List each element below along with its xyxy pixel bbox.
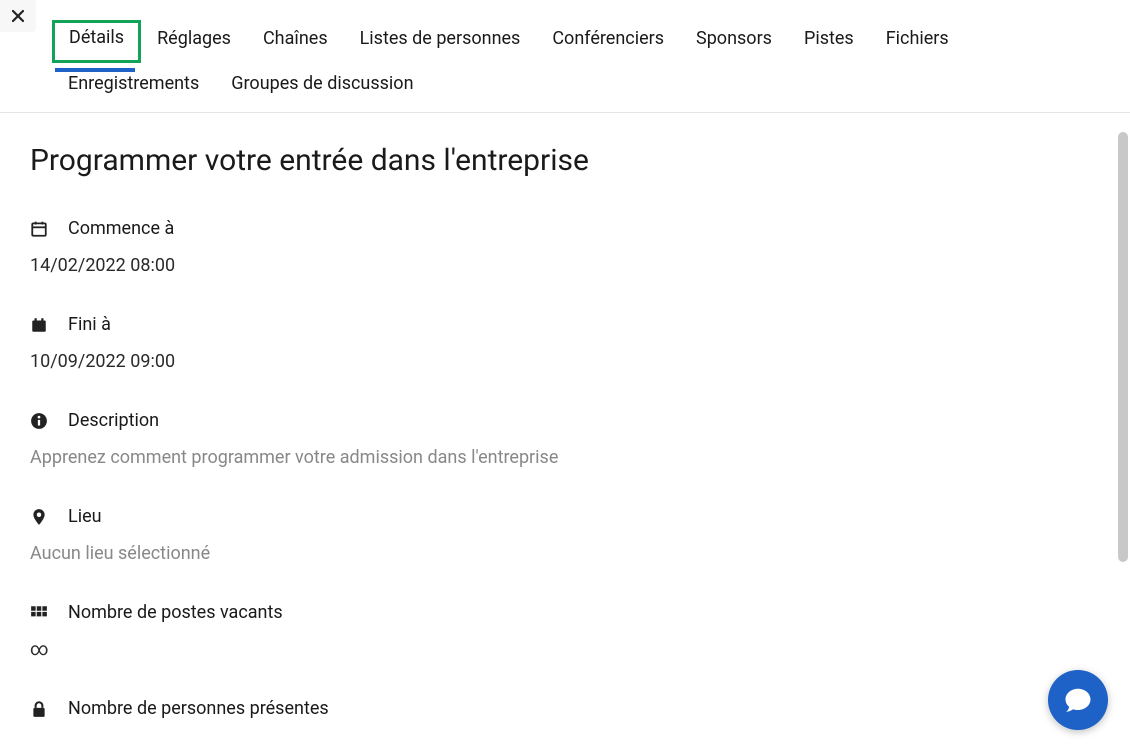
lock-icon (30, 700, 48, 718)
field-description: Description Apprenez comment programmer … (30, 410, 1100, 468)
tab-fichiers[interactable]: Fichiers (870, 22, 965, 67)
tab-label: Enregistrements (68, 73, 199, 94)
chat-fab-button[interactable] (1048, 670, 1108, 730)
grid-icon (30, 604, 48, 622)
tab-label: Pistes (804, 28, 854, 49)
field-label: Nombre de personnes présentes (68, 698, 329, 719)
tab-label: Groupes de discussion (231, 73, 413, 94)
field-starts-at: Commence à 14/02/2022 08:00 (30, 218, 1100, 276)
tab-chaines[interactable]: Chaînes (247, 22, 344, 67)
tab-label: Détails (69, 27, 124, 48)
field-value: 14/02/2022 08:00 (30, 255, 1100, 276)
calendar-filled-icon (30, 316, 48, 334)
content-area: Programmer votre entrée dans l'entrepris… (0, 113, 1130, 735)
info-icon (30, 412, 48, 430)
field-value: Aucun lieu sélectionné (30, 543, 1100, 564)
field-value: 10/09/2022 09:00 (30, 351, 1100, 372)
tab-label: Chaînes (263, 28, 328, 49)
field-value: ∞ (30, 639, 1100, 660)
tabs-bar: Détails Réglages Chaînes Listes de perso… (0, 0, 1130, 113)
close-button[interactable] (0, 0, 36, 32)
field-label: Commence à (68, 218, 174, 239)
tab-reglages[interactable]: Réglages (141, 22, 247, 67)
scrollbar[interactable] (1116, 128, 1130, 752)
tab-sponsors[interactable]: Sponsors (680, 22, 788, 67)
tab-enregistrements[interactable]: Enregistrements (52, 67, 215, 112)
field-vacancies: Nombre de postes vacants ∞ (30, 602, 1100, 660)
field-label: Fini à (68, 314, 111, 335)
tab-label: Fichiers (886, 28, 949, 49)
tab-details[interactable]: Détails (52, 20, 141, 63)
scrollbar-thumb[interactable] (1118, 132, 1128, 562)
tab-label: Listes de personnes (360, 28, 521, 49)
tab-conferenciers[interactable]: Conférenciers (536, 22, 680, 67)
tab-label: Conférenciers (552, 28, 664, 49)
chat-icon (1063, 685, 1093, 715)
location-icon (30, 508, 48, 526)
field-label: Nombre de postes vacants (68, 602, 283, 623)
page-title: Programmer votre entrée dans l'entrepris… (30, 143, 1100, 178)
field-location: Lieu Aucun lieu sélectionné (30, 506, 1100, 564)
tab-groupes-discussion[interactable]: Groupes de discussion (215, 67, 429, 112)
tab-label: Sponsors (696, 28, 772, 49)
field-value: Apprenez comment programmer votre admiss… (30, 447, 1100, 468)
close-icon (10, 8, 26, 24)
field-label: Lieu (68, 506, 102, 527)
tab-pistes[interactable]: Pistes (788, 22, 870, 67)
tab-label: Réglages (157, 28, 231, 49)
field-label: Description (68, 410, 159, 431)
field-ends-at: Fini à 10/09/2022 09:00 (30, 314, 1100, 372)
calendar-icon (30, 220, 48, 238)
field-attendees: Nombre de personnes présentes ∞ (30, 698, 1100, 735)
tab-listes-personnes[interactable]: Listes de personnes (344, 22, 537, 67)
